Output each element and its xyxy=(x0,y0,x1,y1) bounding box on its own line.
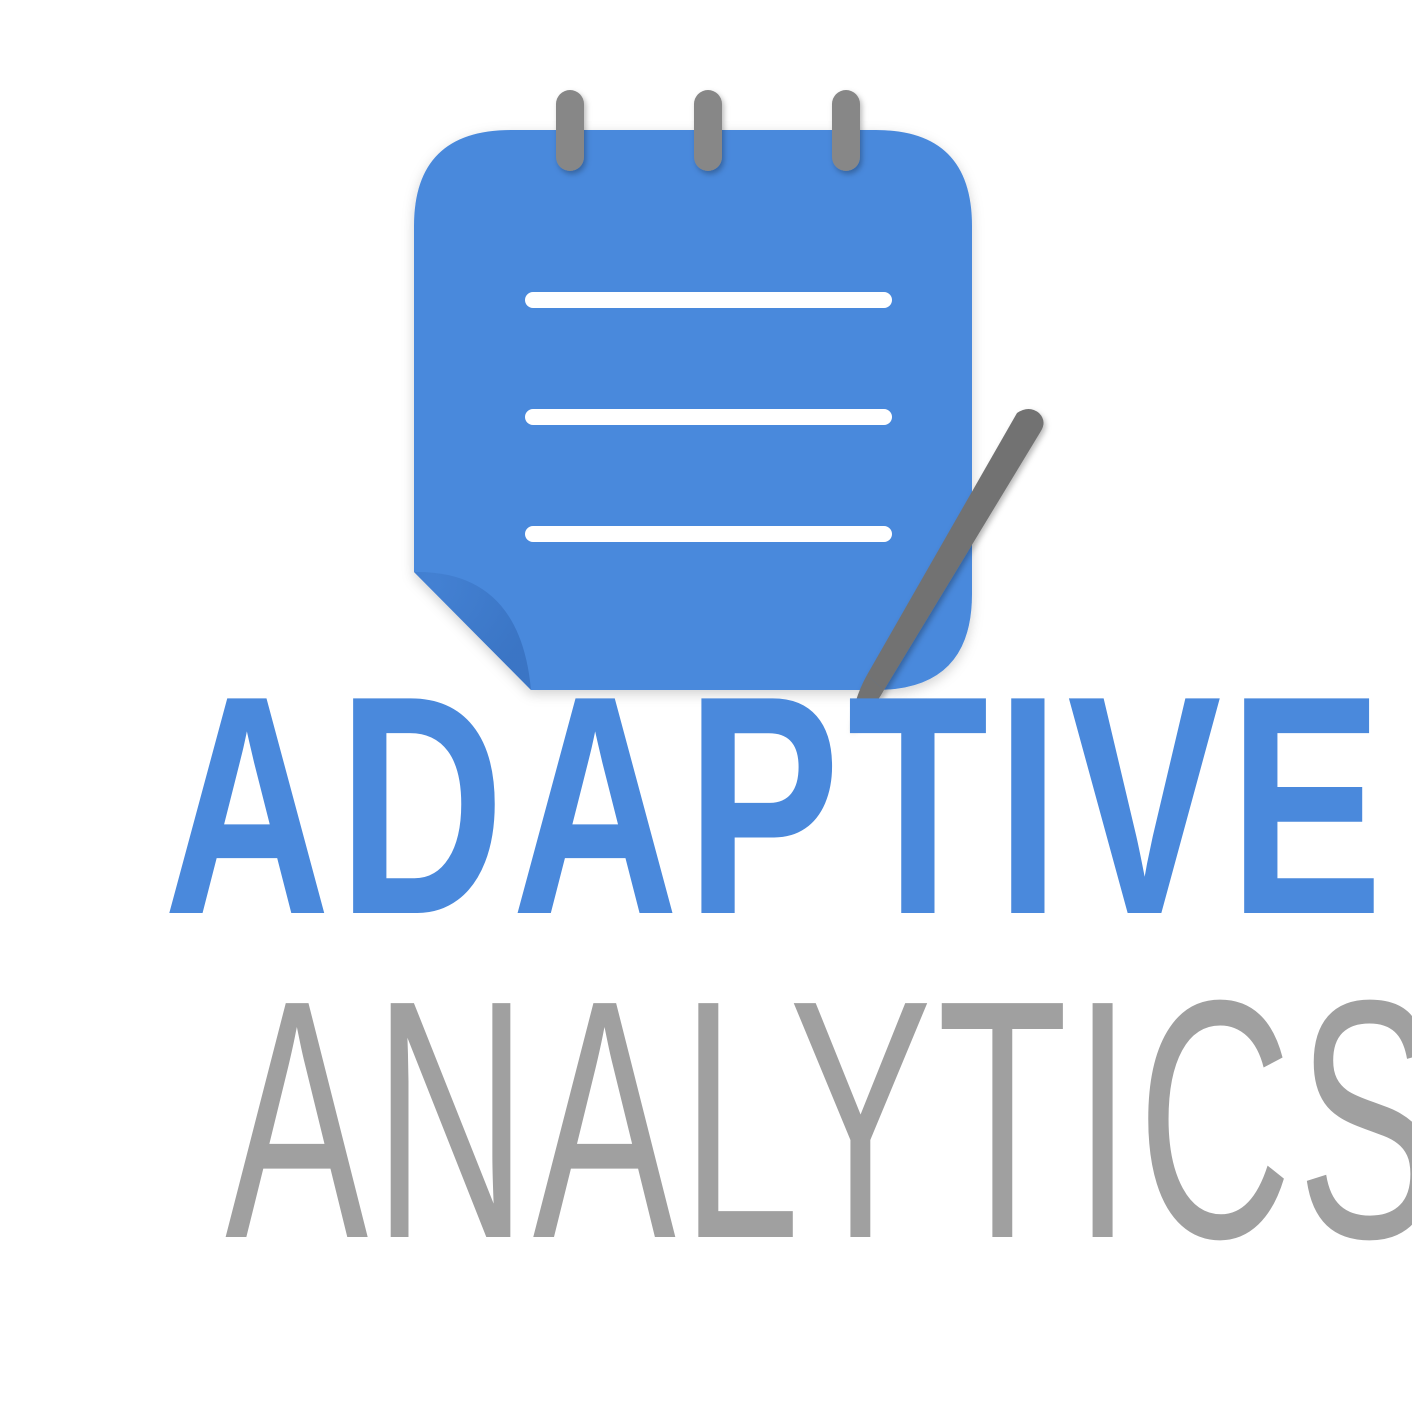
logo: ADAPTIVE ANALYTICS xyxy=(0,0,1412,1412)
brand-name-primary: ADAPTIVE xyxy=(163,632,1391,980)
brand-name-secondary: ANALYTICS xyxy=(225,930,1412,1310)
